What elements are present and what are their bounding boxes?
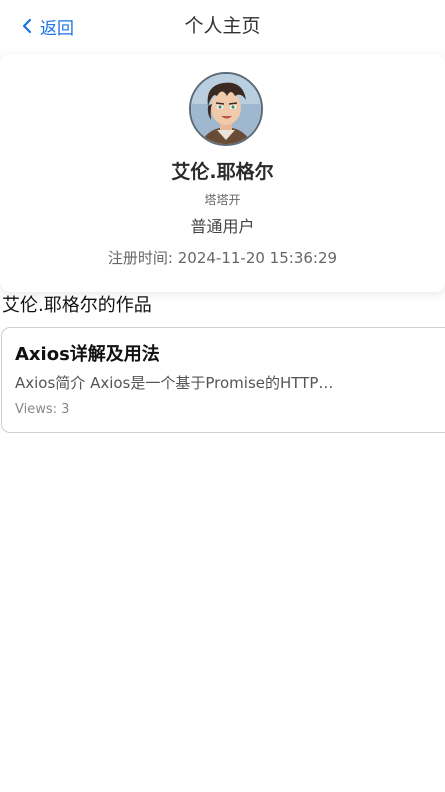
profile-card: 艾伦.耶格尔 塔塔开 普通用户 注册时间: 2024-11-20 15:36:2… <box>0 54 445 292</box>
page-title: 个人主页 <box>184 15 261 37</box>
post-title[interactable]: Axios详解及用法 <box>15 342 160 368</box>
profile-role: 普通用户 <box>190 217 255 236</box>
top-navbar: 返回 个人主页 <box>0 0 445 52</box>
post-card[interactable]: Axios详解及用法 Axios简介 Axios是一个基于Promise的HTT… <box>1 327 445 433</box>
profile-nickname: 塔塔开 <box>204 193 241 207</box>
post-excerpt: Axios简介 Axios是一个基于Promise的HTTP… <box>15 374 334 392</box>
avatar[interactable] <box>189 72 263 146</box>
post-views: Views: 3 <box>15 402 70 417</box>
works-heading: 艾伦.耶格尔的作品 <box>2 295 152 316</box>
profile-name: 艾伦.耶格尔 <box>171 161 274 183</box>
register-time: 注册时间: 2024-11-20 15:36:29 <box>107 249 338 267</box>
